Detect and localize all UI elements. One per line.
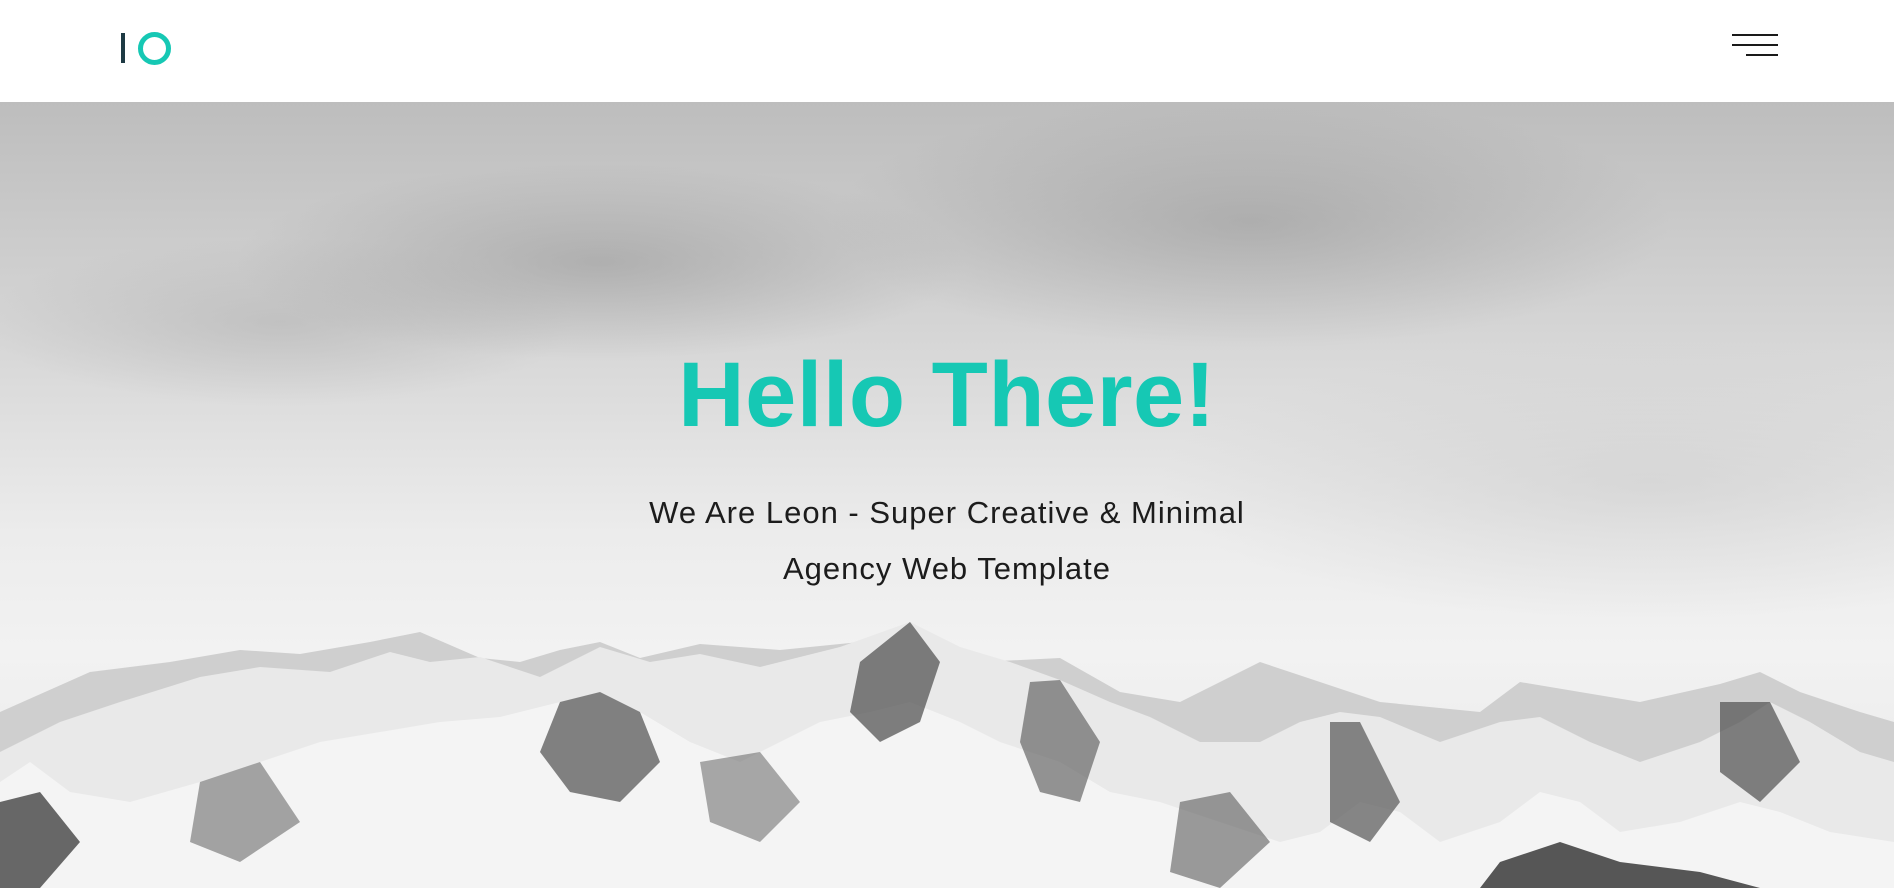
io-logo-icon[interactable] bbox=[120, 30, 174, 66]
hero-subtitle-line-2: Agency Web Template bbox=[782, 551, 1112, 586]
menu-line bbox=[1732, 34, 1778, 36]
hero-section: Hello There! We Are Leon - Super Creativ… bbox=[0, 102, 1894, 888]
hero-title: Hello There! bbox=[678, 344, 1216, 446]
hero-subtitle: We Are Leon - Super Creative & Minimal A… bbox=[547, 485, 1347, 597]
logo-ring bbox=[138, 32, 171, 65]
hero-subtitle-line-1: We Are Leon - Super Creative & Minimal bbox=[649, 495, 1245, 530]
menu-line bbox=[1746, 54, 1778, 56]
site-header bbox=[0, 0, 1894, 102]
logo-bar bbox=[121, 33, 125, 63]
menu-line bbox=[1732, 44, 1778, 46]
hamburger-menu-icon[interactable] bbox=[1730, 34, 1778, 60]
